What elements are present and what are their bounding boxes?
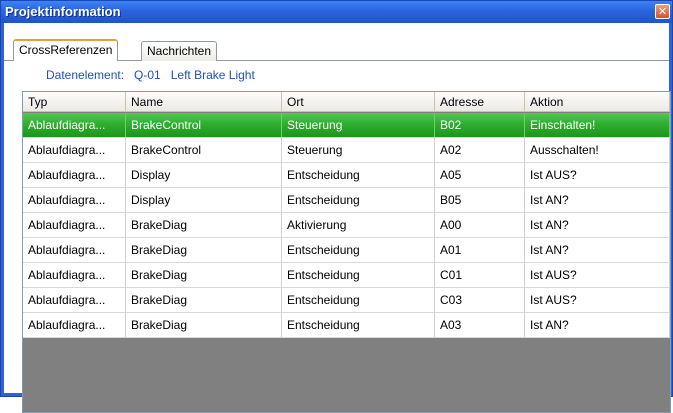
cell-typ: Ablaufdiagra... [23, 188, 126, 212]
table-row[interactable]: Ablaufdiagra... BrakeDiag Entscheidung C… [23, 288, 670, 313]
cell-ort: Aktivierung [282, 213, 435, 237]
data-element-id: Q-01 [134, 68, 161, 82]
cell-ort: Steuerung [282, 138, 435, 162]
table-row[interactable]: Ablaufdiagra... BrakeDiag Aktivierung A0… [23, 213, 670, 238]
cell-typ: Ablaufdiagra... [23, 238, 126, 262]
cell-aktion: Ist AN? [525, 213, 670, 237]
cell-adresse: C03 [435, 288, 525, 312]
table-row[interactable]: Ablaufdiagra... BrakeControl Steuerung B… [23, 113, 670, 138]
cell-aktion: Ist AN? [525, 188, 670, 212]
table-row[interactable]: Ablaufdiagra... Display Entscheidung A05… [23, 163, 670, 188]
cell-ort: Entscheidung [282, 263, 435, 287]
tab-nachrichten[interactable]: Nachrichten [141, 41, 218, 61]
title-bar[interactable]: Projektinformation ✕ [1, 1, 672, 23]
cell-typ: Ablaufdiagra... [23, 288, 126, 312]
cell-typ: Ablaufdiagra... [23, 213, 126, 237]
cross-reference-table: Typ Name Ort Adresse Aktion Ablaufdiagra… [22, 91, 671, 413]
cell-adresse: A02 [435, 138, 525, 162]
cell-adresse: A00 [435, 213, 525, 237]
project-info-window: Projektinformation ✕ CrossReferenzen Nac… [0, 0, 673, 413]
cell-aktion: Ist AN? [525, 238, 670, 262]
cell-name: BrakeControl [126, 138, 282, 162]
cell-typ: Ablaufdiagra... [23, 138, 126, 162]
column-header-aktion[interactable]: Aktion [525, 92, 670, 111]
cell-aktion: Ist AUS? [525, 263, 670, 287]
cell-typ: Ablaufdiagra... [23, 113, 126, 137]
data-element-name: Left Brake Light [170, 68, 255, 82]
cell-ort: Entscheidung [282, 288, 435, 312]
cell-name: BrakeDiag [126, 263, 282, 287]
cell-name: BrakeDiag [126, 238, 282, 262]
cell-typ: Ablaufdiagra... [23, 263, 126, 287]
table-row[interactable]: Ablaufdiagra... BrakeControl Steuerung A… [23, 138, 670, 163]
cell-name: Display [126, 188, 282, 212]
cell-name: BrakeDiag [126, 213, 282, 237]
cell-ort: Entscheidung [282, 188, 435, 212]
cell-adresse: C01 [435, 263, 525, 287]
window-client-area: CrossReferenzen Nachrichten Datenelement… [4, 23, 671, 413]
cell-typ: Ablaufdiagra... [23, 313, 126, 337]
cell-aktion: Ausschalten! [525, 138, 670, 162]
table-row[interactable]: Ablaufdiagra... BrakeDiag Entscheidung A… [23, 313, 670, 338]
cell-adresse: B02 [435, 113, 525, 137]
cell-aktion: Einschalten! [525, 113, 670, 137]
cell-ort: Entscheidung [282, 313, 435, 337]
cell-adresse: A03 [435, 313, 525, 337]
close-icon[interactable]: ✕ [655, 4, 670, 19]
table-row[interactable]: Ablaufdiagra... BrakeDiag Entscheidung C… [23, 263, 670, 288]
cell-aktion: Ist AUS? [525, 163, 670, 187]
cell-ort: Entscheidung [282, 238, 435, 262]
data-element-label: Datenelement: [46, 68, 125, 82]
table-header: Typ Name Ort Adresse Aktion [23, 92, 670, 112]
data-element-info: Datenelement: Q-01 Left Brake Light [46, 68, 265, 82]
tab-crossreferenzen[interactable]: CrossReferenzen [13, 39, 119, 61]
cell-aktion: Ist AN? [525, 313, 670, 337]
cell-name: BrakeDiag [126, 313, 282, 337]
cell-name: BrakeDiag [126, 288, 282, 312]
cell-adresse: A05 [435, 163, 525, 187]
table-row[interactable]: Ablaufdiagra... Display Entscheidung B05… [23, 188, 670, 213]
table-row[interactable]: Ablaufdiagra... BrakeDiag Entscheidung A… [23, 238, 670, 263]
cell-ort: Steuerung [282, 113, 435, 137]
cell-adresse: A01 [435, 238, 525, 262]
cell-aktion: Ist AUS? [525, 288, 670, 312]
column-header-name[interactable]: Name [126, 92, 282, 111]
cell-ort: Entscheidung [282, 163, 435, 187]
column-header-ort[interactable]: Ort [282, 92, 435, 111]
cell-typ: Ablaufdiagra... [23, 163, 126, 187]
window-title: Projektinformation [5, 4, 121, 19]
column-header-adresse[interactable]: Adresse [435, 92, 525, 111]
column-header-typ[interactable]: Typ [23, 92, 126, 111]
cell-name: Display [126, 163, 282, 187]
cell-name: BrakeControl [126, 113, 282, 137]
cell-adresse: B05 [435, 188, 525, 212]
